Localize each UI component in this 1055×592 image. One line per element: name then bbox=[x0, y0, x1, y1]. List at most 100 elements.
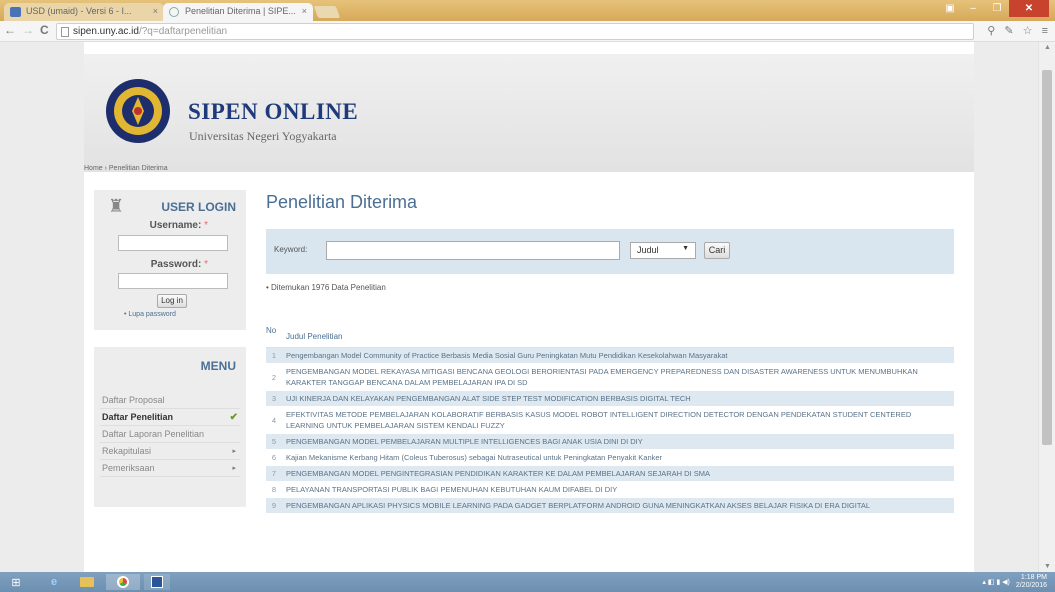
table-row[interactable]: 4 EFEKTIVITAS METODE PEMBELAJARAN KOLABOR… bbox=[266, 407, 954, 434]
menu-item-daftar-penelitian[interactable]: Daftar Penelitian ✔ bbox=[100, 409, 240, 426]
row-title-link[interactable]: PENGEMBANGAN MODEL PEMBELAJARAN MULTIPLE… bbox=[282, 434, 647, 449]
back-button[interactable]: ← bbox=[4, 23, 16, 37]
user-login-panel: ♜ USER LOGIN Username: * Password: * Log… bbox=[94, 190, 246, 330]
maximize-button[interactable]: ❐ bbox=[985, 0, 1009, 17]
user-icon: ♜ bbox=[108, 196, 125, 216]
browser-tab-active[interactable]: Penelitian Diterima | SIPE... × bbox=[163, 3, 313, 21]
results-count: • Ditemukan 1976 Data Penelitian bbox=[266, 283, 386, 292]
login-title: USER LOGIN bbox=[161, 200, 236, 214]
username-field[interactable] bbox=[118, 235, 228, 251]
menu-item-daftar-proposal[interactable]: Daftar Proposal bbox=[100, 392, 240, 409]
col-title-header[interactable]: Judul Penelitian bbox=[286, 332, 342, 341]
row-title-link[interactable]: PENGEMBANGAN MODEL PENGINTEGRASIAN PENDI… bbox=[282, 466, 714, 481]
col-no-header[interactable]: No bbox=[266, 326, 276, 336]
table-row[interactable]: 9 PENGEMBANGAN APLIKASI PHYSICS MOBILE LE… bbox=[266, 498, 954, 514]
tray-icons[interactable]: ▴ ◧ ▮ ◀) bbox=[982, 578, 1010, 586]
menu-item-label: Pemeriksaan bbox=[102, 463, 155, 473]
row-number: 6 bbox=[271, 453, 277, 462]
menu-item-pemeriksaan[interactable]: Pemeriksaan ▸ bbox=[100, 460, 240, 477]
chevron-right-icon: ▸ bbox=[232, 448, 236, 455]
file-explorer-icon[interactable] bbox=[74, 574, 100, 590]
row-number: 7 bbox=[271, 469, 277, 478]
row-title-link[interactable]: PENGEMBANGAN MODEL REKAYASA MITIGASI BEN… bbox=[282, 364, 954, 390]
tab-close-button[interactable]: × bbox=[302, 6, 307, 16]
row-title-link[interactable]: Kajian Mekanisme Kerbang Hitam (Coleus T… bbox=[282, 450, 666, 465]
site-subtitle: Universitas Negeri Yogyakarta bbox=[189, 129, 337, 143]
username-label-text: Username: bbox=[149, 220, 202, 231]
menu-title: MENU bbox=[200, 359, 236, 373]
menu-list: Daftar Proposal Daftar Penelitian ✔ Dafta… bbox=[100, 392, 240, 477]
word-icon[interactable] bbox=[144, 574, 170, 590]
row-number: 9 bbox=[271, 501, 277, 510]
vertical-scrollbar[interactable]: ▲ ▼ bbox=[1038, 42, 1055, 572]
tray-date: 2/20/2016 bbox=[1015, 582, 1047, 589]
lost-password-link[interactable]: • Lupa password bbox=[124, 311, 176, 318]
table-row[interactable]: 3 UJI KINERJA DAN KELAYAKAN PENGEMBANGAN … bbox=[266, 391, 954, 407]
close-window-button[interactable]: ✕ bbox=[1009, 0, 1049, 17]
row-title-link[interactable]: PELAYANAN TRANSPORTASI PUBLIK BAGI PEMEN… bbox=[282, 482, 621, 497]
table-row[interactable]: 1 Pengembangan Model Community of Practic… bbox=[266, 348, 954, 364]
required-mark: * bbox=[204, 259, 208, 270]
results-table: No Judul Penelitian 1 Pengembangan Model … bbox=[266, 326, 954, 514]
chrome-icon[interactable] bbox=[106, 574, 140, 590]
table-row[interactable]: 7 PENGEMBANGAN MODEL PENGINTEGRASIAN PEND… bbox=[266, 466, 954, 482]
site-header: SIPEN ONLINE Universitas Negeri Yogyakar… bbox=[84, 54, 974, 172]
windows-start-icon[interactable]: ⊞ bbox=[4, 574, 28, 590]
loading-icon bbox=[169, 7, 179, 17]
row-title-link[interactable]: Pengembangan Model Community of Practice… bbox=[282, 348, 732, 363]
menu-item-daftar-laporan[interactable]: Daftar Laporan Penelitian bbox=[100, 426, 240, 443]
menu-item-label: Daftar Laporan Penelitian bbox=[102, 429, 205, 439]
chevron-right-icon: ▸ bbox=[232, 465, 236, 472]
search-button[interactable]: Cari bbox=[704, 242, 730, 259]
forward-button[interactable]: → bbox=[22, 23, 34, 37]
address-bar[interactable]: sipen.uny.ac.id/?q=daftarpenelitian bbox=[56, 23, 974, 40]
browser-toolbar: ← → C sipen.uny.ac.id/?q=daftarpenelitia… bbox=[0, 21, 1055, 42]
row-title-link[interactable]: PENGEMBANGAN APLIKASI PHYSICS MOBILE LEA… bbox=[282, 498, 874, 513]
window-controls: ▣ – ❐ ✕ bbox=[939, 0, 1049, 17]
menu-panel: MENU Daftar Proposal Daftar Penelitian ✔ … bbox=[94, 347, 246, 507]
new-tab-button[interactable] bbox=[313, 6, 341, 18]
select-value: Judul bbox=[637, 245, 659, 255]
table-row[interactable]: 5 PENGEMBANGAN MODEL PEMBELAJARAN MULTIPL… bbox=[266, 434, 954, 450]
search-bar: Keyword: Judul ▼ Cari bbox=[266, 229, 954, 274]
tab-label: Penelitian Diterima | SIPE... bbox=[185, 6, 296, 16]
row-title-link[interactable]: EFEKTIVITAS METODE PEMBELAJARAN KOLABORA… bbox=[282, 407, 954, 433]
uny-logo-icon bbox=[106, 79, 170, 143]
table-row[interactable]: 2 PENGEMBANGAN MODEL REKAYASA MITIGASI BE… bbox=[266, 364, 954, 391]
toolbar-icons[interactable]: ⚲ ✎ ☆ ≡ bbox=[987, 24, 1051, 37]
reload-button[interactable]: C bbox=[40, 23, 49, 37]
scroll-down-icon[interactable]: ▼ bbox=[1044, 563, 1051, 570]
row-number: 8 bbox=[271, 485, 277, 494]
row-number: 4 bbox=[271, 415, 277, 425]
password-label: Password: * bbox=[151, 259, 208, 270]
search-field-select[interactable]: Judul ▼ bbox=[630, 242, 696, 259]
scroll-up-icon[interactable]: ▲ bbox=[1044, 44, 1051, 51]
required-mark: * bbox=[204, 220, 208, 231]
address-host: sipen.uny.ac.id bbox=[73, 26, 139, 37]
keyword-input[interactable] bbox=[326, 241, 620, 260]
browser-tab[interactable]: USD (umaid) - Versi 6 - I... × bbox=[4, 3, 164, 21]
page-viewport: SIPEN ONLINE Universitas Negeri Yogyakar… bbox=[0, 42, 1055, 572]
table-row[interactable]: 6 Kajian Mekanisme Kerbang Hitam (Coleus … bbox=[266, 450, 954, 466]
page-icon bbox=[61, 27, 69, 37]
scrollbar-thumb[interactable] bbox=[1042, 70, 1052, 445]
checkmark-icon: ✔ bbox=[229, 412, 238, 423]
login-button[interactable]: Log in bbox=[157, 294, 187, 308]
minimize-button[interactable]: – bbox=[961, 0, 985, 17]
site-title: SIPEN ONLINE bbox=[188, 99, 359, 124]
taskbar: ⊞ e ▴ ◧ ▮ ◀) 1:18 PM 2/20/2016 bbox=[0, 572, 1055, 592]
tray-clock[interactable]: 1:18 PM 2/20/2016 bbox=[1016, 574, 1047, 590]
tab-label: USD (umaid) - Versi 6 - I... bbox=[26, 6, 132, 16]
internet-explorer-icon[interactable]: e bbox=[42, 574, 66, 590]
page-container: SIPEN ONLINE Universitas Negeri Yogyakar… bbox=[84, 42, 974, 572]
menu-item-label: Daftar Penelitian bbox=[102, 412, 174, 422]
menu-item-rekapitulasi[interactable]: Rekapitulasi ▸ bbox=[100, 443, 240, 460]
keyword-label: Keyword: bbox=[274, 245, 308, 254]
breadcrumb[interactable]: Home › Penelitian Diterima bbox=[84, 165, 168, 172]
user-icon[interactable]: ▣ bbox=[939, 0, 961, 17]
table-row[interactable]: 8 PELAYANAN TRANSPORTASI PUBLIK BAGI PEME… bbox=[266, 482, 954, 498]
address-path: /?q=daftarpenelitian bbox=[138, 26, 228, 37]
tab-close-button[interactable]: × bbox=[153, 6, 158, 16]
row-title-link[interactable]: UJI KINERJA DAN KELAYAKAN PENGEMBANGAN A… bbox=[282, 391, 695, 406]
password-field[interactable] bbox=[118, 273, 228, 289]
